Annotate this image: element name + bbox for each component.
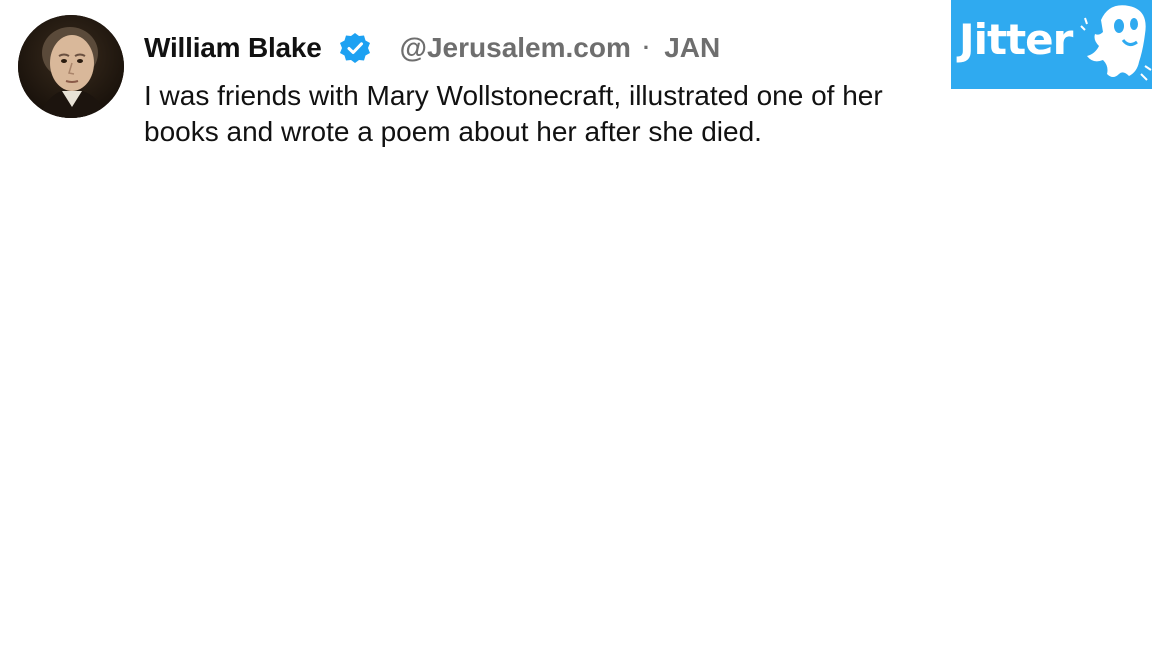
user-handle[interactable]: @Jerusalem.com — [400, 32, 631, 64]
brand-logo[interactable]: Jitter — [951, 0, 1152, 89]
avatar[interactable] — [18, 15, 124, 118]
post-text: I was friends with Mary Wollstonecraft, … — [144, 80, 883, 147]
post-date[interactable]: JAN — [664, 32, 720, 64]
post-header: William Blake @Jerusalem.com · JAN — [144, 28, 720, 68]
display-name[interactable]: William Blake — [144, 32, 322, 64]
portrait-image — [18, 15, 124, 118]
verified-badge-icon — [338, 31, 372, 65]
ghost-icon — [1079, 0, 1152, 89]
brand-wordmark: Jitter — [959, 15, 1073, 64]
meta-separator: · — [642, 35, 651, 60]
